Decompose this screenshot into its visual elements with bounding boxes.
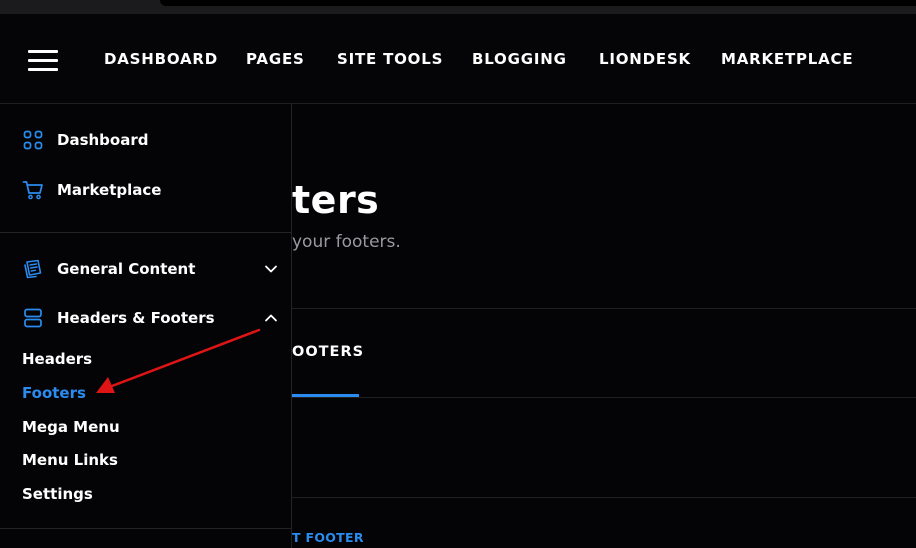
browser-chrome bbox=[0, 0, 916, 14]
divider bbox=[292, 308, 916, 309]
sidebar-subitem-footers[interactable]: Footers bbox=[22, 384, 86, 402]
sidebar-item-label: Headers & Footers bbox=[57, 309, 215, 327]
nav-pages[interactable]: PAGES bbox=[246, 50, 305, 68]
sidebar-drawer: Dashboard Marketplace General Content He… bbox=[0, 104, 292, 548]
sidebar-subitem-menu-links[interactable]: Menu Links bbox=[22, 451, 118, 469]
sidebar-subitem-settings[interactable]: Settings bbox=[22, 485, 93, 503]
layout-rows-icon bbox=[24, 308, 42, 328]
sidebar-divider bbox=[0, 232, 291, 233]
sidebar-item-headers-footers[interactable]: Headers & Footers bbox=[22, 306, 278, 330]
sidebar-subitem-mega-menu[interactable]: Mega Menu bbox=[22, 418, 120, 436]
sidebar-item-dashboard[interactable]: Dashboard bbox=[22, 128, 278, 152]
documents-icon bbox=[24, 259, 42, 279]
grid-icon bbox=[23, 130, 43, 150]
nav-dashboard[interactable]: DASHBOARD bbox=[104, 50, 218, 68]
page-title: ters bbox=[292, 178, 380, 222]
sidebar-subitem-headers[interactable]: Headers bbox=[22, 350, 92, 368]
sidebar-item-marketplace[interactable]: Marketplace bbox=[22, 178, 278, 202]
divider bbox=[292, 497, 916, 498]
add-footer-button[interactable]: T FOOTER bbox=[292, 530, 364, 545]
tab-footers[interactable]: OOTERS bbox=[292, 344, 364, 360]
chevron-down-icon[interactable] bbox=[264, 262, 278, 276]
chevron-up-icon[interactable] bbox=[264, 311, 278, 325]
browser-tab bbox=[160, 0, 916, 6]
top-navigation-bar: DASHBOARD PAGES SITE TOOLS BLOGGING LION… bbox=[0, 14, 916, 104]
page-subtitle: your footers. bbox=[292, 232, 401, 252]
cart-icon bbox=[22, 181, 43, 200]
sidebar-item-label: Dashboard bbox=[57, 131, 149, 149]
sidebar-divider bbox=[0, 528, 291, 529]
sidebar-item-label: General Content bbox=[57, 260, 196, 278]
nav-blogging[interactable]: BLOGGING bbox=[472, 50, 567, 68]
nav-marketplace[interactable]: MARKETPLACE bbox=[721, 50, 853, 68]
sidebar-item-label: Marketplace bbox=[57, 181, 162, 199]
hamburger-menu-icon[interactable] bbox=[28, 50, 58, 71]
sidebar-item-general-content[interactable]: General Content bbox=[22, 257, 278, 281]
nav-site-tools[interactable]: SITE TOOLS bbox=[337, 50, 443, 68]
nav-liondesk[interactable]: LIONDESK bbox=[599, 50, 691, 68]
divider bbox=[292, 397, 916, 398]
